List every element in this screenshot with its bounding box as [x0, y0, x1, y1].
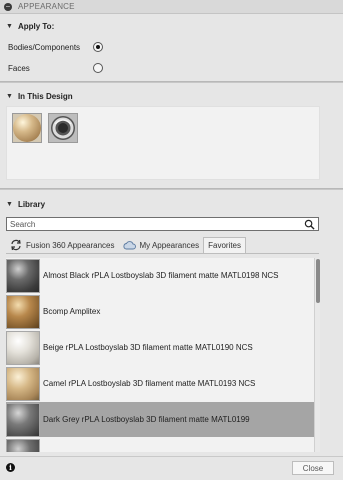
tab-label: Favorites	[208, 241, 242, 250]
search-input[interactable]	[10, 219, 300, 229]
tab-my-appearances[interactable]: My Appearances	[119, 237, 204, 253]
chrome-swatch-icon[interactable]	[48, 113, 78, 143]
collapse-triangle-icon: ▼	[6, 200, 13, 208]
material-thumbnail-icon	[6, 330, 40, 365]
material-name: Almost Black rPLA Lostboyslab 3D filamen…	[43, 271, 279, 280]
scrollbar-thumb[interactable]	[316, 259, 320, 303]
collapse-panel-icon[interactable]: –	[4, 2, 12, 11]
panel-footer: i Close	[0, 456, 343, 480]
radio-label: Bodies/Components	[8, 42, 81, 52]
close-button[interactable]: Close	[292, 461, 334, 475]
apply-to-heading: Apply To:	[17, 21, 55, 31]
material-name: Dark Grey rPLA Lostboyslab 3D filament m…	[43, 415, 250, 424]
tab-label: Fusion 360 Appearances	[26, 240, 115, 250]
material-thumbnail-icon	[6, 366, 40, 401]
section-divider	[0, 188, 343, 190]
material-thumbnail-icon	[6, 402, 40, 437]
appearance-list: Almost Black rPLA Lostboyslab 3D filamen…	[6, 258, 314, 452]
list-item[interactable]: Almost Black rPLA Lostboyslab 3D filamen…	[6, 258, 314, 293]
radio-label: Faces	[8, 63, 30, 73]
apply-to-header[interactable]: ▼ Apply To:	[0, 19, 343, 33]
radio-button[interactable]	[93, 63, 103, 73]
list-item[interactable]: Beige rPLA Lostboyslab 3D filament matte…	[6, 330, 314, 365]
collapse-triangle-icon: ▼	[6, 92, 13, 100]
section-divider	[0, 81, 343, 83]
material-name: Beige rPLA Lostboyslab 3D filament matte…	[43, 343, 253, 352]
in-this-design-heading: In This Design	[17, 91, 73, 101]
list-item[interactable]	[6, 438, 314, 452]
list-item-selected[interactable]: Dark Grey rPLA Lostboyslab 3D filament m…	[6, 402, 314, 437]
panel-title: APPEARANCE	[18, 2, 75, 11]
refresh-icon	[11, 239, 21, 251]
material-name: Bcomp Amplitex	[43, 307, 101, 316]
search-icon[interactable]	[304, 219, 315, 230]
library-heading: Library	[17, 199, 46, 209]
list-item[interactable]: Bcomp Amplitex	[6, 294, 314, 329]
design-appearances-box	[6, 106, 320, 180]
radio-faces[interactable]: Faces	[8, 61, 103, 75]
tab-favorites[interactable]: Favorites	[203, 237, 247, 253]
library-tabs: Fusion 360 Appearances My Appearances Fa…	[6, 237, 319, 254]
radio-button-selected[interactable]	[93, 42, 103, 52]
cloud-icon	[122, 241, 136, 250]
beige-plastic-swatch-icon[interactable]	[12, 113, 42, 143]
list-item[interactable]: Camel rPLA Lostboyslab 3D filament matte…	[6, 366, 314, 401]
info-icon[interactable]: i	[6, 463, 15, 472]
panel-titlebar: – APPEARANCE	[0, 0, 343, 14]
material-name: Camel rPLA Lostboyslab 3D filament matte…	[43, 379, 256, 388]
library-header[interactable]: ▼ Library	[0, 197, 343, 211]
search-field[interactable]	[6, 217, 319, 231]
collapse-triangle-icon: ▼	[6, 22, 13, 30]
in-this-design-header[interactable]: ▼ In This Design	[0, 89, 343, 103]
material-thumbnail-icon	[6, 258, 40, 293]
list-scrollbar[interactable]	[314, 258, 320, 452]
radio-bodies-components[interactable]: Bodies/Components	[8, 40, 103, 54]
tab-fusion-360-appearances[interactable]: Fusion 360 Appearances	[6, 237, 119, 253]
tab-label: My Appearances	[139, 240, 200, 250]
material-thumbnail-icon	[6, 294, 40, 329]
material-thumbnail-icon	[6, 438, 40, 452]
